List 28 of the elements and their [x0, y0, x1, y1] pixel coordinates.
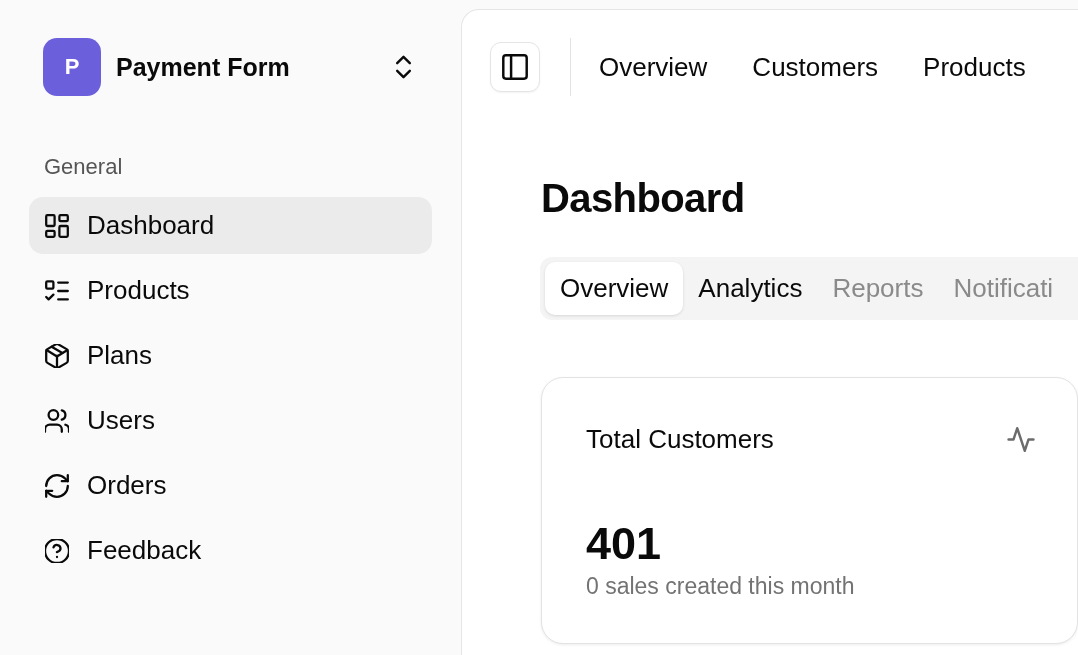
sidebar-item[interactable]: Feedback — [29, 522, 432, 579]
nav-link[interactable]: Products — [923, 51, 1026, 83]
users-icon — [45, 408, 69, 433]
sidebar-item[interactable]: Products — [29, 262, 432, 319]
sidebar-item[interactable]: Dashboard — [29, 197, 432, 254]
pulse-icon — [1007, 426, 1035, 452]
nav-link[interactable]: Customers — [752, 51, 879, 83]
tab[interactable]: Analytics — [683, 262, 818, 315]
chevrons-up-down-icon[interactable] — [395, 55, 412, 79]
workspace-name: Payment Form — [116, 52, 291, 82]
sidebar-toggle-button[interactable] — [490, 42, 540, 92]
help-icon — [45, 538, 69, 563]
section-label: General — [44, 154, 124, 180]
sidebar-item[interactable]: Plans — [29, 327, 432, 384]
sidebar-item[interactable]: Orders — [29, 457, 432, 514]
refresh-icon — [45, 473, 69, 498]
page-title: Dashboard — [541, 175, 745, 221]
panel-icon — [502, 54, 528, 80]
stat-value: 401 — [586, 519, 663, 569]
checklist-icon — [45, 278, 69, 303]
nav-link[interactable]: Overview — [599, 51, 708, 83]
layout-grid-icon — [45, 213, 69, 238]
package-icon — [45, 343, 69, 368]
tab[interactable]: Overview — [545, 262, 684, 315]
sidebar-item[interactable]: Users — [29, 392, 432, 449]
stat-caption: 0 sales created this month — [586, 572, 856, 600]
workspace-avatar: P — [43, 38, 101, 96]
card-title: Total Customers — [586, 424, 774, 454]
